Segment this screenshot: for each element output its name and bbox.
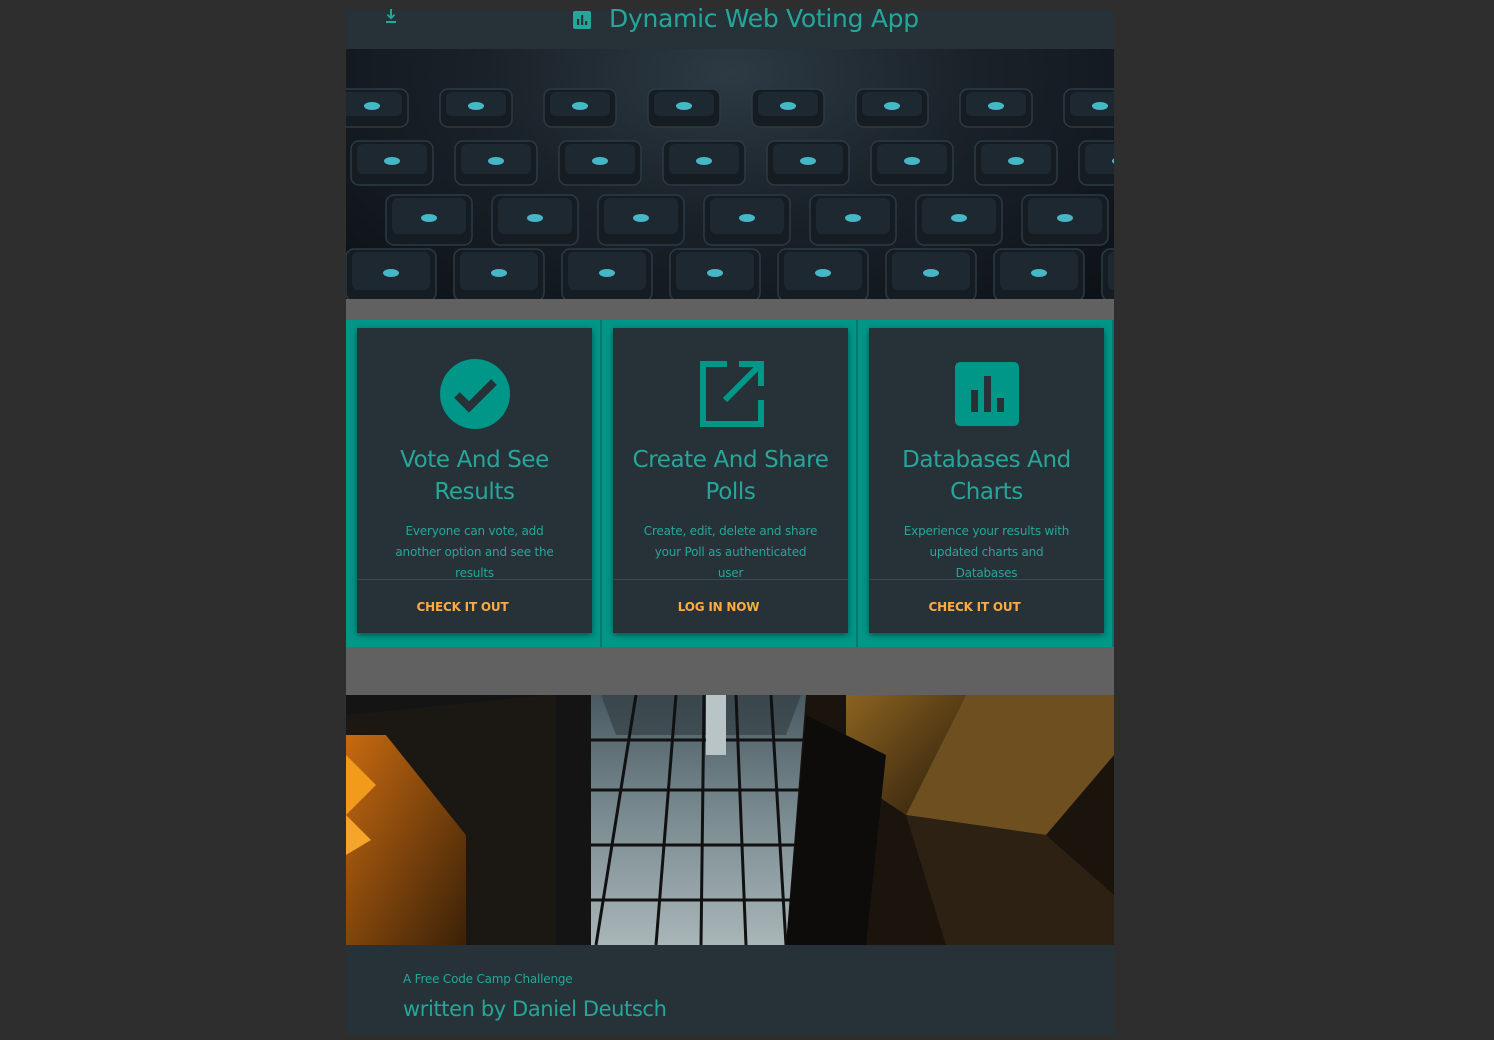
feature-description: Everyone can vote, add another option an… (395, 524, 554, 580)
keycap (346, 248, 437, 299)
keycap (1063, 88, 1114, 128)
download-icon[interactable] (384, 8, 398, 26)
app-title: Dynamic Web Voting App (609, 3, 919, 33)
keycap (385, 194, 473, 246)
keycap (669, 248, 761, 299)
brand[interactable]: Dynamic Web Voting App (573, 0, 919, 38)
feature-column: Vote And See Results Everyone can vote, … (346, 320, 602, 647)
keycap (777, 248, 869, 299)
keycap (597, 194, 685, 246)
keycap (766, 140, 850, 186)
keycap (915, 194, 1003, 246)
bar-chart-icon (951, 358, 1023, 430)
features-section: Vote And See Results Everyone can vote, … (346, 320, 1114, 647)
keycap (993, 248, 1085, 299)
feature-card-create: Create And Share Polls Create, edit, del… (613, 328, 848, 633)
keyboard-hero-image (346, 49, 1114, 299)
divider-band (346, 647, 1114, 695)
keycap (662, 140, 746, 186)
feature-column: Create And Share Polls Create, edit, del… (602, 320, 858, 647)
keycap (558, 140, 642, 186)
keycap (350, 140, 434, 186)
keycap (974, 140, 1058, 186)
footer-author: written by Daniel Deutsch (403, 997, 667, 1021)
keycap (439, 88, 513, 128)
keycap (870, 140, 954, 186)
keycap (454, 140, 538, 186)
keycap (453, 248, 545, 299)
keycap (959, 88, 1033, 128)
keycap (809, 194, 897, 246)
feature-title: Vote And See Results (400, 447, 549, 505)
action-label[interactable]: CHECK IT OUT (929, 600, 1021, 614)
page-footer: A Free Code Camp Challenge written by Da… (346, 945, 1114, 1035)
top-navbar: Dynamic Web Voting App (346, 4, 1114, 49)
check-it-out-button[interactable]: CHECK IT OUT (357, 579, 592, 633)
action-label[interactable]: CHECK IT OUT (417, 600, 509, 614)
keycap (855, 88, 929, 128)
log-in-button[interactable]: LOG IN NOW (613, 579, 848, 633)
feature-title: Create And Share Polls (632, 447, 829, 505)
keycap (885, 248, 977, 299)
keycap (1021, 194, 1109, 246)
building-hero-image (346, 695, 1114, 945)
keycap (703, 194, 791, 246)
feature-card-vote: Vote And See Results Everyone can vote, … (357, 328, 592, 633)
keycap (751, 88, 825, 128)
feature-column: Databases And Charts Experience your res… (858, 320, 1114, 647)
footer-subtitle: A Free Code Camp Challenge (403, 972, 573, 986)
app-container: Dynamic Web Voting App Vote And See Resu… (346, 4, 1114, 1035)
keycap (1078, 140, 1114, 186)
feature-title: Databases And Charts (902, 447, 1071, 505)
keycap (647, 88, 721, 128)
keycap (346, 88, 409, 128)
open-in-new-icon (695, 358, 767, 430)
keycap (491, 194, 579, 246)
keycap (543, 88, 617, 128)
keycap (561, 248, 653, 299)
keycap (1101, 248, 1114, 299)
feature-card-databases: Databases And Charts Experience your res… (869, 328, 1104, 633)
feature-description: Create, edit, delete and share your Poll… (643, 524, 818, 580)
check-it-out-button[interactable]: CHECK IT OUT (869, 579, 1104, 633)
feature-description: Experience your results with updated cha… (903, 524, 1070, 580)
divider-band (346, 299, 1114, 320)
action-label[interactable]: LOG IN NOW (678, 600, 760, 614)
check-circle-icon (439, 358, 511, 430)
bar-chart-icon (573, 11, 591, 29)
